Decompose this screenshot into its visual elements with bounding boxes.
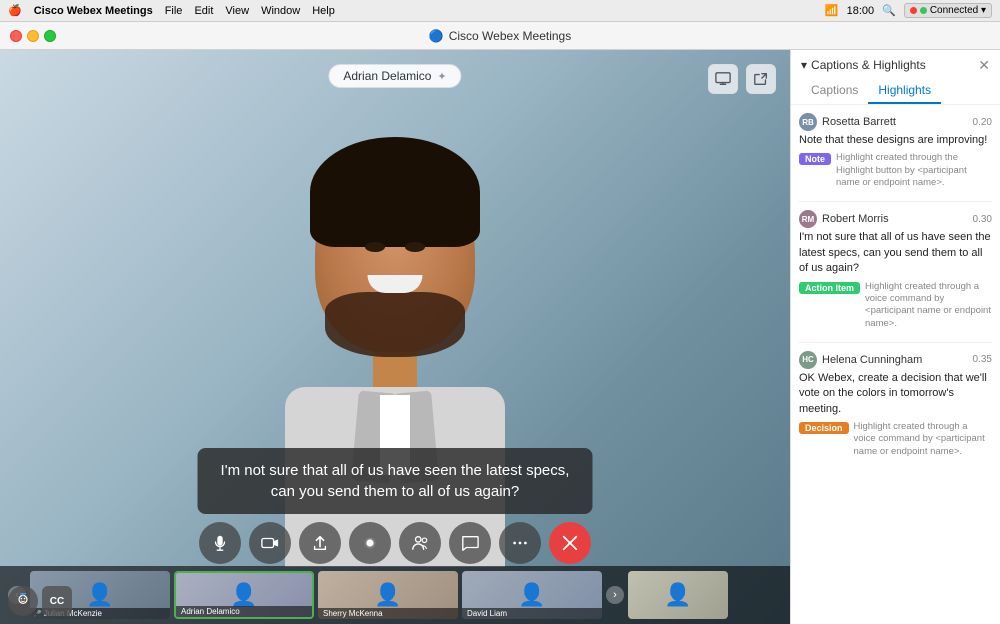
bottom-left-icons: CC — [8, 586, 72, 616]
time-display: 18:00 — [847, 5, 875, 17]
thumb-face-5: 👤 — [628, 571, 728, 619]
close-button[interactable] — [10, 30, 22, 42]
highlight-text-2: I'm not sure that all of us have seen th… — [799, 230, 992, 276]
thumbnail-5[interactable]: 👤 — [628, 571, 728, 619]
highlight-text-3: OK Webex, create a decision that we'll v… — [799, 371, 992, 417]
thumb-label-3: Sherry McKenna — [318, 608, 458, 619]
video-top-right-controls — [708, 64, 776, 94]
tag-action-2: Action Item — [799, 282, 860, 294]
thumb-name-3: Sherry McKenna — [323, 609, 383, 618]
chevron-down-icon: ▾ — [801, 58, 807, 72]
highlight-desc-2: Highlight created through a voice comman… — [865, 281, 992, 330]
fullscreen-button[interactable] — [44, 30, 56, 42]
menu-window[interactable]: Window — [261, 5, 300, 17]
highlights-list: RB Rosetta Barrett 0.20 Note that these … — [791, 105, 1000, 624]
main-content: Adrian Delamico ✦ — [0, 50, 1000, 624]
record-button[interactable] — [349, 522, 391, 564]
thumbnail-3[interactable]: 👤 Sherry McKenna — [318, 571, 458, 619]
camera-button[interactable] — [249, 522, 291, 564]
highlight-time-2: 0.30 — [973, 214, 992, 225]
highlight-tag-row-3: Decision Highlight created through a voi… — [799, 421, 992, 458]
thumbnail-strip: ‹ 👤 🎤 Julian McKenzie 👤 Adrian Delamico … — [0, 566, 790, 624]
caption-text: I'm not sure that all of us have seen th… — [221, 462, 570, 500]
thumb-nav-next[interactable]: › — [606, 586, 624, 604]
thumb-label-2: Adrian Delamico — [176, 606, 312, 617]
thumb-name-4: David Liam — [467, 609, 507, 618]
controls-bar — [199, 522, 591, 564]
popout-icon[interactable] — [746, 64, 776, 94]
menu-view[interactable]: View — [225, 5, 249, 17]
highlight-name-3: Helena Cunningham — [822, 354, 968, 366]
panel-tabs: Captions Highlights — [801, 78, 990, 104]
share-button[interactable] — [299, 522, 341, 564]
dot-red — [910, 7, 917, 14]
traffic-lights — [10, 30, 56, 42]
panel-title-row: ▾ Captions & Highlights ✕ — [801, 58, 990, 72]
search-icon[interactable]: 🔍 — [882, 4, 896, 17]
caption-overlay: I'm not sure that all of us have seen th… — [198, 448, 593, 514]
thumb-label-4: David Liam — [462, 608, 602, 619]
highlight-tag-row-2: Action Item Highlight created through a … — [799, 281, 992, 330]
menu-help[interactable]: Help — [312, 5, 335, 17]
panel-title: ▾ Captions & Highlights — [801, 58, 926, 72]
window-title: 🔵 Cisco Webex Meetings — [429, 29, 571, 43]
panel-header: ▾ Captions & Highlights ✕ Captions Highl… — [791, 50, 1000, 105]
menu-items: File Edit View Window Help — [165, 5, 335, 17]
highlight-header-1: RB Rosetta Barrett 0.20 — [799, 113, 992, 131]
participant-badge: Adrian Delamico ✦ — [328, 64, 461, 88]
divider-1 — [799, 201, 992, 202]
wifi-icon: 📶 — [825, 4, 839, 17]
app-name: Cisco Webex Meetings — [34, 5, 153, 17]
menu-bar-right: 📶 18:00 🔍 Connected ▾ — [825, 3, 992, 18]
star-icon: ✦ — [437, 70, 446, 83]
tab-highlights[interactable]: Highlights — [868, 78, 941, 104]
highlight-entry-1: RB Rosetta Barrett 0.20 Note that these … — [799, 113, 992, 189]
highlight-name-2: Robert Morris — [822, 213, 968, 225]
cc-icon-button[interactable]: CC — [42, 586, 72, 616]
participant-name: Adrian Delamico — [343, 69, 431, 83]
robot-icon-button[interactable] — [8, 586, 38, 616]
tag-note-1: Note — [799, 153, 831, 165]
highlight-name-1: Rosetta Barrett — [822, 116, 968, 128]
menu-bar: 🍎 Cisco Webex Meetings File Edit View Wi… — [0, 0, 1000, 22]
highlight-text-1: Note that these designs are improving! — [799, 133, 992, 148]
divider-2 — [799, 342, 992, 343]
window-title-bar: 🔵 Cisco Webex Meetings — [0, 22, 1000, 50]
highlight-desc-3: Highlight created through a voice comman… — [854, 421, 992, 458]
dot-green — [920, 7, 927, 14]
avatar-rm: RM — [799, 210, 817, 228]
avatar-hc: HC — [799, 351, 817, 369]
participants-button[interactable] — [399, 522, 441, 564]
end-call-button[interactable] — [549, 522, 591, 564]
apple-menu[interactable]: 🍎 — [8, 4, 22, 17]
avatar-rb: RB — [799, 113, 817, 131]
chat-button[interactable] — [449, 522, 491, 564]
menu-edit[interactable]: Edit — [194, 5, 213, 17]
highlight-header-3: HC Helena Cunningham 0.35 — [799, 351, 992, 369]
thumbnail-2[interactable]: 👤 Adrian Delamico — [174, 571, 314, 619]
highlight-desc-1: Highlight created through the Highlight … — [836, 152, 992, 189]
menu-file[interactable]: File — [165, 5, 183, 17]
video-area: Adrian Delamico ✦ — [0, 50, 790, 624]
tag-decision-3: Decision — [799, 422, 849, 434]
minimize-button[interactable] — [27, 30, 39, 42]
connected-label: Connected ▾ — [930, 5, 986, 16]
tab-captions[interactable]: Captions — [801, 78, 868, 104]
panel-close-button[interactable]: ✕ — [978, 58, 990, 72]
webex-icon: 🔵 — [429, 29, 444, 43]
highlight-tag-row-1: Note Highlight created through the Highl… — [799, 152, 992, 189]
highlight-entry-2: RM Robert Morris 0.30 I'm not sure that … — [799, 210, 992, 330]
highlight-time-1: 0.20 — [973, 117, 992, 128]
thumbnail-4[interactable]: 👤 David Liam — [462, 571, 602, 619]
highlight-entry-3: HC Helena Cunningham 0.35 OK Webex, crea… — [799, 351, 992, 458]
thumb-name-2: Adrian Delamico — [181, 607, 240, 616]
screen-share-icon[interactable] — [708, 64, 738, 94]
highlight-header-2: RM Robert Morris 0.30 — [799, 210, 992, 228]
mute-button[interactable] — [199, 522, 241, 564]
connected-badge: Connected ▾ — [904, 3, 992, 18]
more-button[interactable] — [499, 522, 541, 564]
highlight-time-3: 0.35 — [973, 354, 992, 365]
right-panel: ▾ Captions & Highlights ✕ Captions Highl… — [790, 50, 1000, 624]
